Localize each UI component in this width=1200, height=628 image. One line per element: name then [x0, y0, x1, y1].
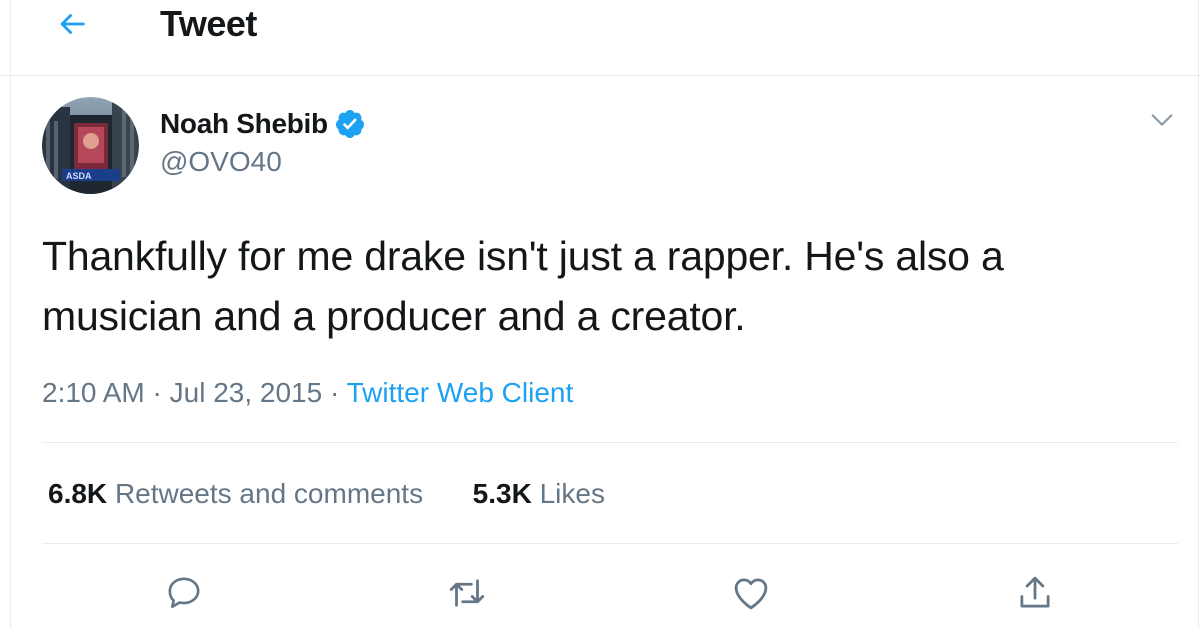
engagement-stats: 6.8K Retweets and comments 5.3K Likes: [48, 474, 605, 514]
tweet-text: Thankfully for me drake isn't just a rap…: [42, 233, 1004, 339]
tweet-time[interactable]: 2:10 AM: [42, 377, 145, 408]
more-options-button[interactable]: [1146, 104, 1178, 136]
retweets-label: Retweets and comments: [114, 478, 424, 509]
author-display-name[interactable]: Noah Shebib: [160, 106, 328, 142]
divider: [42, 442, 1178, 443]
back-button[interactable]: [52, 4, 92, 44]
share-icon: [1020, 576, 1050, 608]
retweet-icon: [449, 579, 485, 607]
retweet-button[interactable]: [444, 570, 490, 616]
divider: [42, 543, 1178, 544]
tweet-date[interactable]: Jul 23, 2015: [170, 377, 323, 408]
svg-text:ASDA: ASDA: [66, 171, 92, 181]
likes-count: 5.3K: [472, 478, 532, 509]
author-name-row: Noah Shebib: [160, 106, 366, 142]
arrow-left-icon: [60, 14, 85, 34]
likes-label: Likes: [539, 478, 605, 509]
chevron-down-icon: [1151, 114, 1173, 126]
page-title: Tweet: [160, 3, 257, 44]
avatar[interactable]: ASDA: [42, 97, 139, 194]
author-handle[interactable]: @OVO40: [160, 144, 282, 180]
heart-icon: [734, 578, 768, 610]
tweet-source-link[interactable]: Twitter Web Client: [347, 377, 574, 408]
tweet-header: Tweet: [0, 0, 1200, 76]
retweets-stat[interactable]: 6.8K Retweets and comments: [48, 478, 431, 509]
tweet-meta: 2:10 AM · Jul 23, 2015 · Twitter Web Cli…: [42, 373, 573, 413]
reply-icon: [168, 577, 200, 608]
meta-separator: ·: [152, 377, 162, 408]
meta-separator: ·: [329, 377, 340, 408]
avatar-image: ASDA: [42, 97, 139, 194]
verified-badge-icon: [334, 108, 366, 140]
share-button[interactable]: [1012, 570, 1058, 616]
retweets-count: 6.8K: [48, 478, 108, 509]
likes-stat[interactable]: 5.3K Likes: [473, 478, 605, 509]
like-button[interactable]: [728, 570, 774, 616]
reply-button[interactable]: [161, 570, 207, 616]
